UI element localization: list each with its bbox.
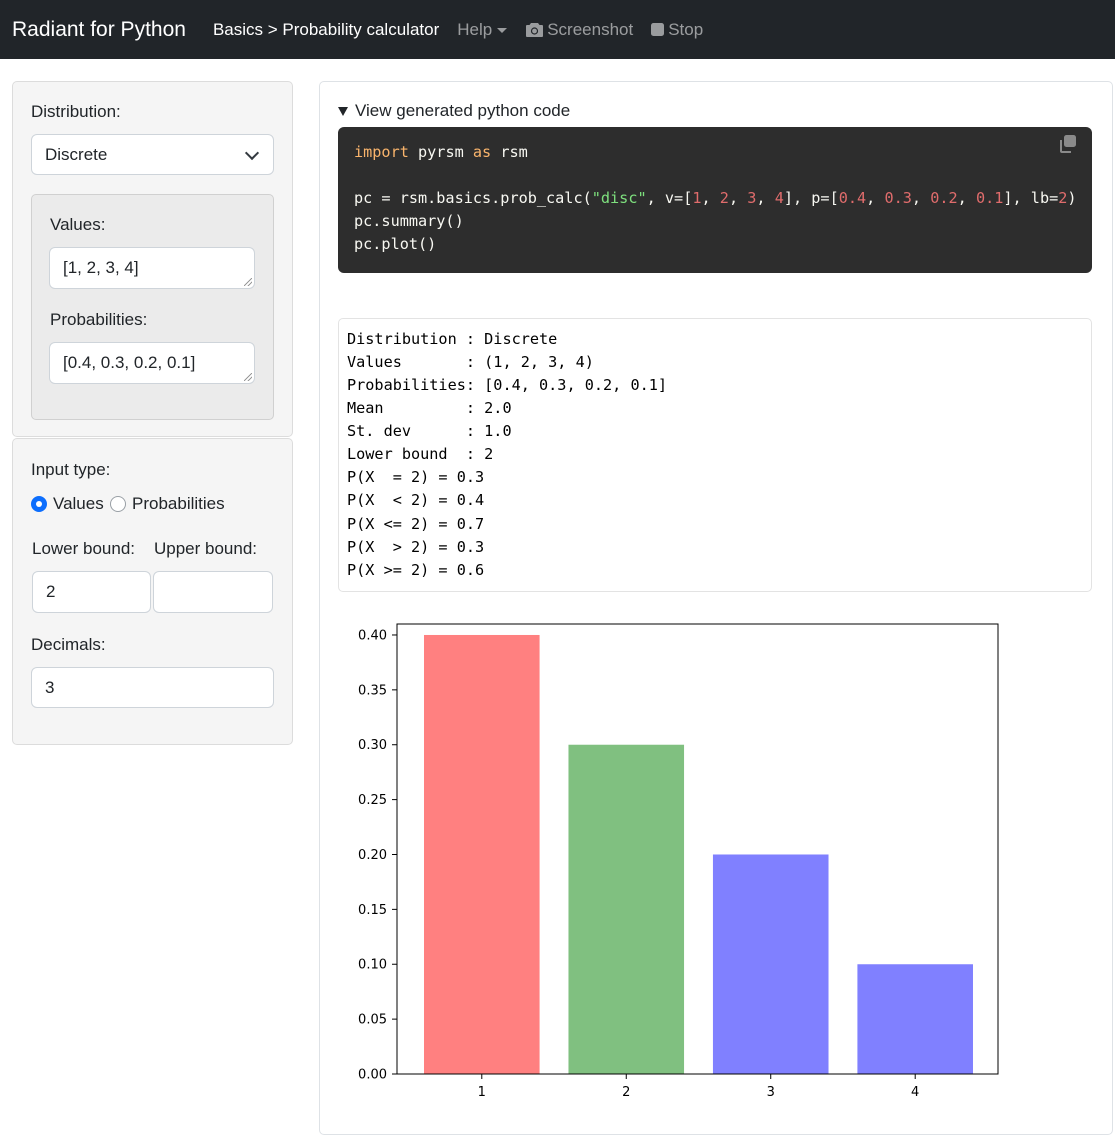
x-tick-label: 2 bbox=[622, 1085, 630, 1100]
bar-3 bbox=[712, 854, 829, 1074]
summary-output: Distribution : Discrete Values : (1, 2, … bbox=[338, 318, 1092, 592]
y-tick-label: 0.20 bbox=[358, 848, 387, 863]
radio-probabilities[interactable] bbox=[110, 496, 126, 512]
y-tick-label: 0.00 bbox=[358, 1068, 387, 1083]
radio-values-label[interactable]: Values bbox=[53, 494, 104, 514]
radio-values[interactable] bbox=[31, 496, 47, 512]
stop-button[interactable]: Stop bbox=[651, 20, 703, 40]
code-line-prob-calc: pc = rsm.basics.prob_calc("disc", v=[1, … bbox=[354, 189, 1077, 207]
y-tick-label: 0.15 bbox=[358, 903, 387, 918]
upper-bound-input[interactable] bbox=[153, 571, 273, 613]
bar-4 bbox=[857, 964, 973, 1074]
values-label: Values: bbox=[50, 215, 106, 234]
camera-icon bbox=[526, 23, 544, 37]
radio-probabilities-label[interactable]: Probabilities bbox=[132, 494, 225, 514]
nav-help-menu[interactable]: Help bbox=[457, 19, 508, 40]
chevron-down-icon bbox=[244, 145, 260, 161]
resize-handle-icon[interactable] bbox=[244, 278, 252, 286]
summary-line: Probabilities: [0.4, 0.3, 0.2, 0.1] bbox=[347, 376, 668, 394]
summary-line: P(X >= 2) = 0.6 bbox=[347, 561, 485, 579]
code-line-summary: pc.summary() bbox=[354, 212, 464, 230]
y-tick-label: 0.10 bbox=[358, 958, 387, 973]
summary-line: Mean : 2.0 bbox=[347, 399, 512, 417]
stop-label: Stop bbox=[668, 19, 704, 39]
probabilities-label: Probabilities: bbox=[50, 310, 148, 329]
summary-line: P(X < 2) = 0.4 bbox=[347, 491, 485, 509]
lower-bound-input[interactable]: 2 bbox=[32, 571, 151, 613]
resize-handle-icon[interactable] bbox=[244, 373, 252, 381]
distribution-label: Distribution: bbox=[31, 102, 121, 121]
screenshot-button[interactable]: Screenshot bbox=[526, 20, 633, 40]
summary-line: P(X > 2) = 0.3 bbox=[347, 538, 485, 556]
y-tick-label: 0.40 bbox=[358, 628, 387, 643]
input-type-label: Input type: bbox=[31, 460, 111, 479]
screenshot-label: Screenshot bbox=[547, 19, 634, 39]
values-textarea[interactable]: [1, 2, 3, 4] bbox=[49, 247, 255, 289]
chevron-down-icon bbox=[497, 28, 508, 33]
code-toggle-label: View generated python code bbox=[355, 101, 571, 120]
summary-line: P(X = 2) = 0.3 bbox=[347, 468, 485, 486]
nav-breadcrumb[interactable]: Basics > Probability calculator bbox=[213, 20, 439, 40]
probabilities-textarea-value: [0.4, 0.3, 0.2, 0.1] bbox=[63, 353, 196, 372]
distribution-select-value: Discrete bbox=[45, 144, 108, 164]
summary-line: Distribution : Discrete bbox=[347, 330, 558, 348]
bar-1 bbox=[424, 634, 540, 1074]
y-tick-label: 0.30 bbox=[358, 738, 387, 753]
code-block: import pyrsm as rsm pc = rsm.basics.prob… bbox=[338, 127, 1092, 273]
stop-icon bbox=[651, 23, 665, 36]
lower-bound-value: 2 bbox=[46, 582, 56, 601]
probabilities-textarea[interactable]: [0.4, 0.3, 0.2, 0.1] bbox=[49, 342, 255, 384]
summary-line: Values : (1, 2, 3, 4) bbox=[347, 353, 594, 371]
y-tick-label: 0.35 bbox=[358, 683, 387, 698]
x-tick-label: 1 bbox=[478, 1085, 486, 1100]
probability-bar-chart: 1 2 3 4 0.00 0.05 0.10 0.15 0.20 0.25 0.30 0.35 0.40 bbox=[358, 623, 999, 1100]
summary-line: St. dev : 1.0 bbox=[347, 422, 512, 440]
code-toggle[interactable]: View generated python code bbox=[338, 101, 570, 121]
distribution-select[interactable]: Discrete bbox=[31, 134, 274, 175]
upper-bound-label: Upper bound: bbox=[154, 539, 258, 558]
decimals-input[interactable]: 3 bbox=[31, 667, 274, 708]
values-textarea-value: [1, 2, 3, 4] bbox=[63, 258, 139, 277]
app-brand[interactable]: Radiant for Python bbox=[12, 18, 186, 42]
copy-icon[interactable] bbox=[1056, 133, 1078, 155]
summary-line: Lower bound : 2 bbox=[347, 445, 494, 463]
bar-2 bbox=[568, 744, 685, 1074]
code-line-plot: pc.plot() bbox=[354, 235, 437, 253]
triangle-down-icon bbox=[338, 106, 348, 116]
x-tick-label: 4 bbox=[911, 1085, 919, 1100]
nav-help-label: Help bbox=[457, 19, 493, 39]
lower-bound-label: Lower bound: bbox=[32, 539, 136, 558]
decimals-label: Decimals: bbox=[31, 635, 106, 654]
summary-line: P(X <= 2) = 0.7 bbox=[347, 515, 485, 533]
decimals-value: 3 bbox=[45, 677, 55, 697]
y-tick-label: 0.25 bbox=[358, 793, 387, 808]
x-tick-label: 3 bbox=[767, 1085, 775, 1100]
y-tick-label: 0.05 bbox=[358, 1013, 387, 1028]
code-line-import: import pyrsm as rsm bbox=[354, 143, 528, 161]
top-navbar: Radiant for Python Basics > Probability … bbox=[0, 0, 1115, 59]
